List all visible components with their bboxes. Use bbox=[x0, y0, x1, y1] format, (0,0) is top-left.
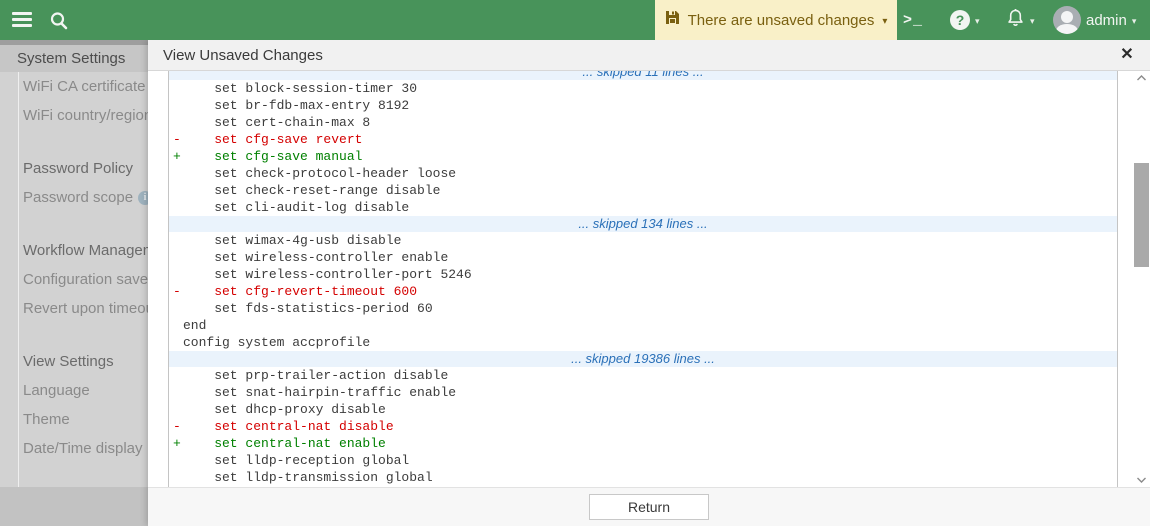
return-button[interactable]: Return bbox=[589, 494, 709, 520]
diff-line-del: - set cfg-revert-timeout 600 bbox=[169, 283, 1117, 300]
sidebar-item-password-scope[interactable]: Password scopei bbox=[0, 183, 148, 212]
save-icon bbox=[665, 10, 680, 30]
menu-icon[interactable] bbox=[12, 12, 32, 28]
config-diff-view: ... skipped 11 lines ... set block-sessi… bbox=[168, 71, 1118, 487]
diff-line-ctx: set wireless-controller enable bbox=[169, 249, 1117, 266]
close-icon[interactable]: ✕ bbox=[1117, 45, 1137, 65]
sidebar-item-configuration-save[interactable]: Configuration save bbox=[0, 265, 148, 294]
diff-line-ctx: set cert-chain-max 8 bbox=[169, 114, 1117, 131]
modal-body: ... skipped 11 lines ... set block-sessi… bbox=[148, 71, 1150, 487]
modal-footer: Return bbox=[148, 487, 1150, 526]
diff-line-ctx: set prp-trailer-action disable bbox=[169, 367, 1117, 384]
diff-line-ctx: config system accprofile bbox=[169, 334, 1117, 351]
diff-line-ctx: set block-session-timer 30 bbox=[169, 80, 1117, 97]
notifications-button[interactable]: ▾ bbox=[1006, 0, 1035, 40]
chevron-down-icon: ▾ bbox=[1030, 16, 1035, 27]
diff-line-add: + set central-nat enable bbox=[169, 435, 1117, 452]
help-icon: ? bbox=[950, 10, 970, 30]
system-settings-sidebar: System Settings WiFi CA certificateWiFi … bbox=[0, 40, 148, 526]
chevron-down-icon: ▾ bbox=[1132, 16, 1137, 27]
diff-line-del: - set central-nat disable bbox=[169, 418, 1117, 435]
info-icon: i bbox=[138, 191, 148, 205]
modal-title: View Unsaved Changes bbox=[163, 40, 323, 71]
unsaved-changes-button[interactable]: There are unsaved changes ▾ bbox=[655, 0, 897, 40]
bell-icon bbox=[1006, 8, 1025, 33]
diff-line-ctx: set wimax-4g-usb disable bbox=[169, 232, 1117, 249]
scrollbar-thumb[interactable] bbox=[1134, 163, 1149, 267]
help-menu-button[interactable]: ? ▾ bbox=[950, 0, 980, 40]
chevron-down-icon: ▾ bbox=[975, 16, 980, 27]
sidebar-item-wifi-ca-certificate[interactable]: WiFi CA certificate bbox=[0, 72, 148, 101]
sidebar-item-language[interactable]: Language bbox=[0, 376, 148, 405]
sidebar-title[interactable]: System Settings bbox=[0, 45, 148, 72]
sidebar-menu: WiFi CA certificateWiFi country/region Pa… bbox=[0, 72, 148, 487]
user-name-label: admin bbox=[1086, 12, 1127, 29]
scroll-down-icon[interactable] bbox=[1133, 471, 1150, 487]
diff-line-add: + set cfg-save manual bbox=[169, 148, 1117, 165]
diff-lines: ... skipped 11 lines ... set block-sessi… bbox=[169, 71, 1117, 486]
cli-console-button[interactable]: >_ bbox=[903, 0, 923, 40]
sidebar-item-workflow-management[interactable]: Workflow Management bbox=[0, 236, 148, 265]
diff-line-ctx: set lldp-reception global bbox=[169, 452, 1117, 469]
view-unsaved-changes-modal: View Unsaved Changes ✕ ... skipped 11 li… bbox=[148, 40, 1150, 526]
search-icon[interactable] bbox=[48, 10, 70, 32]
scrollbar bbox=[1133, 71, 1150, 487]
diff-skip-row: ... skipped 134 lines ... bbox=[169, 216, 1117, 232]
terminal-icon: >_ bbox=[903, 12, 923, 29]
diff-line-ctx: set fds-statistics-period 60 bbox=[169, 300, 1117, 317]
diff-line-ctx: set cli-audit-log disable bbox=[169, 199, 1117, 216]
diff-line-del: - set cfg-save revert bbox=[169, 131, 1117, 148]
top-bar: There are unsaved changes ▾ >_ ? ▾ ▾ adm… bbox=[0, 0, 1150, 40]
chevron-down-icon: ▾ bbox=[882, 16, 887, 27]
diff-line-ctx: set br-fdb-max-entry 8192 bbox=[169, 97, 1117, 114]
sidebar-item-password-policy[interactable]: Password Policy bbox=[0, 154, 148, 183]
modal-header: View Unsaved Changes ✕ bbox=[148, 40, 1150, 71]
sidebar-item-wifi-country-region[interactable]: WiFi country/region bbox=[0, 101, 148, 130]
diff-line-ctx: set snat-hairpin-traffic enable bbox=[169, 384, 1117, 401]
sidebar-item-date-time-display[interactable]: Date/Time display bbox=[0, 434, 148, 463]
sidebar-item-theme[interactable]: Theme bbox=[0, 405, 148, 434]
diff-line-ctx: set dhcp-proxy disable bbox=[169, 401, 1117, 418]
sidebar-item-view-settings[interactable]: View Settings bbox=[0, 347, 148, 376]
unsaved-changes-label: There are unsaved changes bbox=[688, 12, 875, 29]
avatar bbox=[1053, 6, 1081, 34]
page-bottom-strip bbox=[0, 487, 148, 526]
diff-line-ctx: set wireless-controller-port 5246 bbox=[169, 266, 1117, 283]
diff-line-ctx: set check-reset-range disable bbox=[169, 182, 1117, 199]
diff-line-ctx: set check-protocol-header loose bbox=[169, 165, 1117, 182]
user-menu-button[interactable]: admin ▾ bbox=[1053, 0, 1136, 40]
sidebar-item-revert-upon-timeout[interactable]: Revert upon timeout bbox=[0, 294, 148, 323]
diff-skip-row: ... skipped 19386 lines ... bbox=[169, 351, 1117, 367]
scroll-up-icon[interactable] bbox=[1133, 71, 1150, 87]
diff-line-ctx: set lldp-transmission global bbox=[169, 469, 1117, 486]
diff-skip-row: ... skipped 11 lines ... bbox=[169, 71, 1117, 80]
diff-line-ctx: end bbox=[169, 317, 1117, 334]
